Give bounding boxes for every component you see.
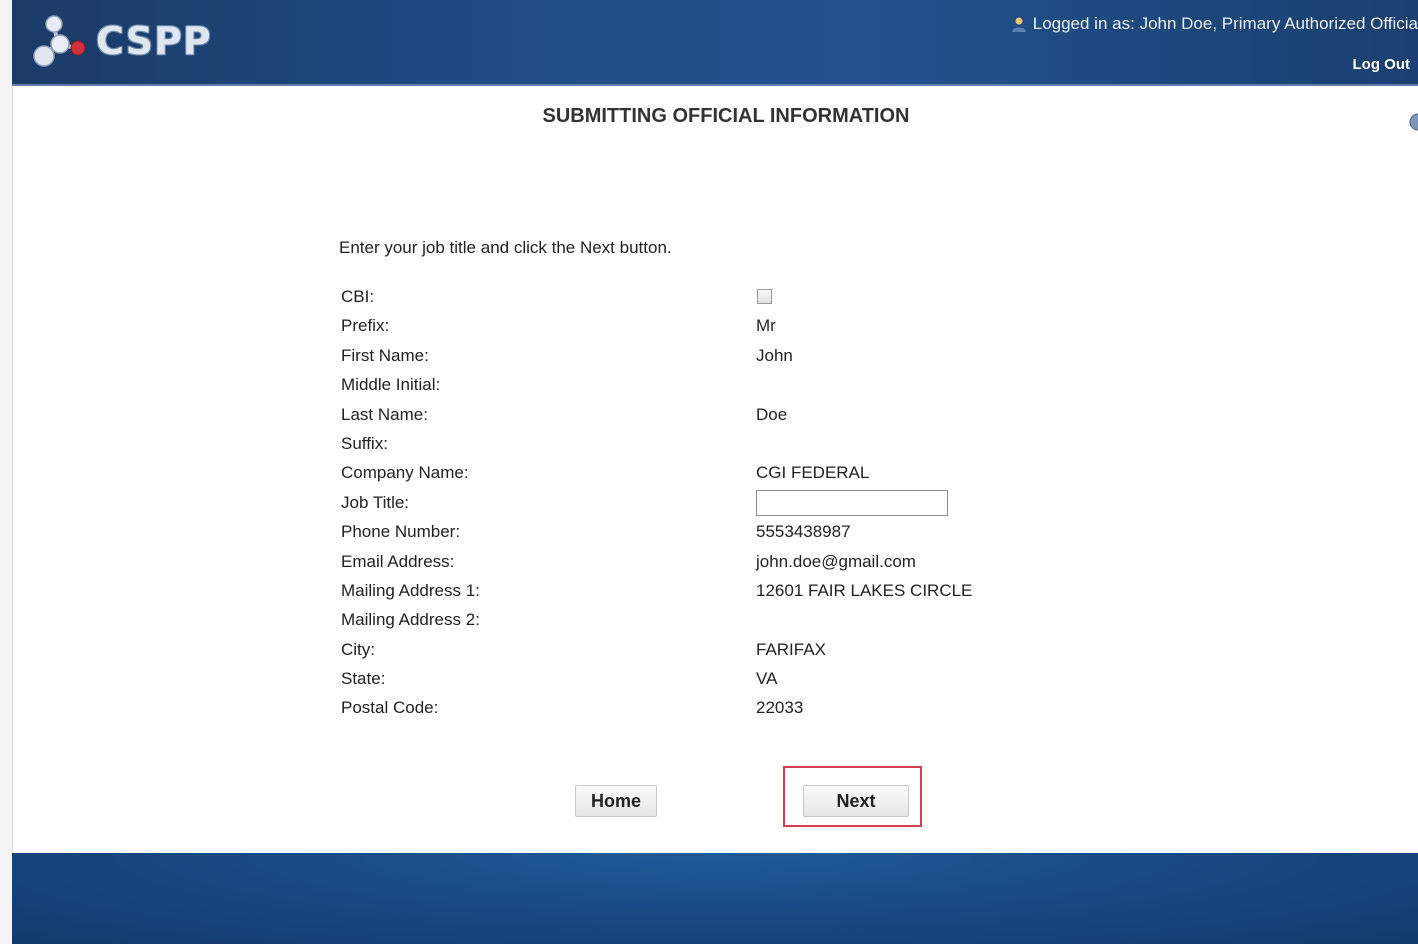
mailing-address-1-value: 12601 FAIR LAKES CIRCLE (756, 580, 973, 600)
state-value: VA (756, 669, 778, 689)
company-label: Company Name: (341, 463, 469, 483)
logged-in-user: John Doe, Primary Authorized Officia (1139, 14, 1418, 33)
footer-bar (12, 853, 1418, 944)
first-name-label: First Name: (341, 345, 429, 365)
cbi-checkbox[interactable] (757, 289, 772, 304)
page-title: SUBMITTING OFFICIAL INFORMATION (542, 105, 910, 127)
state-label: State: (341, 669, 386, 689)
phone-label: Phone Number: (341, 522, 461, 542)
help-icon[interactable] (1404, 112, 1418, 132)
mailing-address-1-label: Mailing Address 1: (341, 580, 480, 600)
logo-text: CSPP (96, 19, 212, 63)
logged-in-info: Logged in as: John Doe, Primary Authoriz… (1011, 14, 1418, 34)
instructions-text: Enter your job title and click the Next … (339, 238, 672, 257)
city-label: City: (341, 639, 375, 659)
email-label: Email Address: (341, 551, 455, 571)
middle-initial-label: Middle Initial: (341, 375, 441, 395)
postal-code-value: 22033 (756, 698, 804, 718)
cspp-logo[interactable]: CSPP (32, 10, 212, 72)
logout-link[interactable]: Log Out (1353, 56, 1410, 73)
phone-value: 5553438987 (756, 522, 851, 542)
job-title-label: Job Title: (341, 492, 410, 512)
user-icon (1011, 17, 1026, 32)
logged-in-prefix: Logged in as: (1032, 14, 1135, 33)
mailing-address-2-label: Mailing Address 2: (341, 610, 480, 630)
header-bar: CSPP Logged in as: John Doe, Primary Aut… (12, 0, 1418, 86)
last-name-label: Last Name: (341, 404, 428, 424)
job-title-input[interactable] (756, 489, 948, 516)
postal-code-label: Postal Code: (341, 698, 439, 718)
suffix-label: Suffix: (341, 433, 388, 453)
company-value: CGI FEDERAL (756, 463, 870, 483)
cbi-label: CBI: (341, 287, 375, 306)
molecule-icon (33, 15, 86, 67)
last-name-value: Doe (756, 404, 788, 424)
prefix-label: Prefix: (341, 316, 390, 336)
city-value: FARIFAX (756, 639, 826, 659)
next-button[interactable]: Next (803, 785, 909, 817)
left-border (0, 0, 13, 944)
email-value: john.doe@gmail.com (756, 551, 916, 571)
prefix-value: Mr (756, 316, 776, 336)
home-button[interactable]: Home (575, 785, 657, 817)
first-name-value: John (756, 345, 793, 365)
